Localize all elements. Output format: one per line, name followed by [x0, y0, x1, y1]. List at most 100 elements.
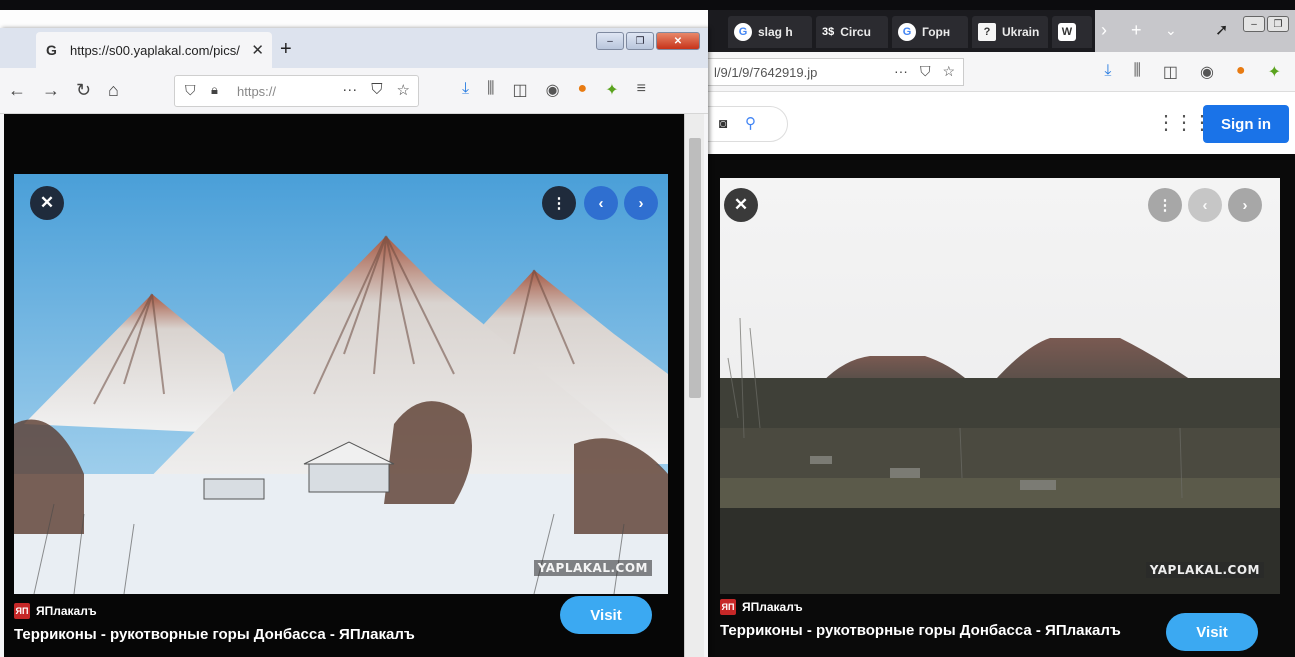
image-viewer: YAPLAKAL.COM ✕ ⋮ ‹ › ЯП ЯПлакалъ Террико…	[708, 154, 1295, 657]
shield-icon[interactable]: ⛉	[185, 82, 196, 99]
watermark-text: YAPLAKAL.COM	[1145, 562, 1264, 578]
download-icon[interactable]: ⤓	[462, 80, 469, 100]
extension-icon[interactable]: ●	[578, 80, 588, 100]
sign-in-button[interactable]: Sign in	[1203, 105, 1289, 143]
image-title[interactable]: Терриконы - рукотворные горы Донбасса - …	[720, 622, 1121, 639]
tab-circuit[interactable]: 3$ Circu	[816, 16, 888, 48]
maximize-icon[interactable]: ❐	[626, 32, 654, 50]
window-buttons: – ❐	[1243, 16, 1289, 32]
active-tab[interactable]: G https://s00.yaplakal.com/pics/ ✕	[36, 32, 272, 68]
chevron-right-icon[interactable]: ›	[1101, 20, 1107, 41]
library-icon[interactable]: ⫼	[1133, 62, 1140, 82]
snowy-heaps-photo[interactable]: YAPLAKAL.COM	[14, 174, 668, 594]
minimize-icon[interactable]: –	[596, 32, 624, 50]
pocket-icon[interactable]: ⛉	[920, 63, 931, 80]
maximize-icon[interactable]: ❐	[1267, 16, 1289, 32]
image-source[interactable]: ЯП ЯПлакалъ	[720, 599, 803, 615]
right-browser-window: G slag h 3$ Circu G Горн ? Ukrain W › + …	[688, 10, 1295, 657]
previous-image-button[interactable]: ‹	[584, 186, 618, 220]
reload-icon[interactable]: ↻	[76, 80, 91, 101]
account-icon[interactable]: ◉	[546, 80, 560, 100]
source-name: ЯПлакалъ	[742, 600, 803, 614]
bookmark-star-icon[interactable]: ☆	[397, 81, 410, 99]
close-viewer-button[interactable]: ✕	[724, 188, 758, 222]
tab-title: https://s00.yaplakal.com/pics/	[70, 42, 240, 58]
previous-image-button[interactable]: ‹	[1188, 188, 1222, 222]
watermark-text: YAPLAKAL.COM	[533, 560, 652, 576]
yaplakal-logo-icon: ЯП	[720, 599, 736, 615]
image-viewer: YAPLAKAL.COM ✕ ⋮ ‹ › ЯП ЯПлакалъ Террико…	[4, 114, 684, 657]
addon-icon[interactable]: ✦	[605, 80, 618, 100]
screen: G slag h 3$ Circu G Горн ? Ukrain W › + …	[0, 0, 1295, 657]
mouse-cursor-icon: ➚	[1215, 22, 1229, 39]
slag-heaps-image	[720, 178, 1280, 594]
toolbar-icons: ⤓ ⫼ ◫ ◉ ● ✦	[1104, 62, 1281, 82]
snowy-heaps-image	[14, 174, 668, 594]
close-viewer-button[interactable]: ✕	[30, 186, 64, 220]
source-name: ЯПлакалъ	[36, 604, 97, 618]
next-image-button[interactable]: ›	[1228, 188, 1262, 222]
menu-icon[interactable]: ≡	[637, 80, 646, 100]
yaplakal-logo-icon: ЯП	[14, 603, 30, 619]
camera-icon[interactable]: ◙	[719, 115, 727, 131]
toolbar-icons: ⤓ ⫼ ◫ ◉ ● ✦ ≡	[462, 80, 646, 100]
account-icon[interactable]: ◉	[1200, 62, 1214, 82]
unknown-favicon-icon: ?	[978, 23, 996, 41]
close-tab-icon[interactable]: ✕	[251, 41, 264, 59]
pocket-icon[interactable]: ⛉	[371, 81, 382, 99]
minimize-icon[interactable]: –	[1243, 16, 1265, 32]
tab-ukraine[interactable]: ? Ukrain	[972, 16, 1048, 48]
right-nav-bar: l/9/1/9/7642919.jp ··· ⛉ ☆ ⤓ ⫼ ◫ ◉ ● ✦	[708, 52, 1295, 92]
tab-label: Горн	[922, 25, 951, 39]
more-options-button[interactable]: ⋮	[1148, 188, 1182, 222]
new-tab-icon[interactable]: +	[280, 38, 292, 61]
tab-slag[interactable]: G slag h	[728, 16, 812, 48]
library-icon[interactable]: ⫼	[487, 80, 494, 100]
chevron-down-icon[interactable]: ⌄	[1165, 22, 1177, 39]
window-buttons: – ❐ ✕	[596, 32, 700, 50]
tab-label: Ukrain	[1002, 25, 1040, 39]
google-favicon-icon: G	[898, 23, 916, 41]
left-browser-window: G https://s00.yaplakal.com/pics/ ✕ + – ❐…	[0, 28, 708, 657]
url-text: l/9/1/9/7642919.jp	[714, 65, 818, 80]
extension-icon[interactable]: ●	[1236, 62, 1246, 82]
visit-button[interactable]: Visit	[560, 596, 652, 634]
visit-button[interactable]: Visit	[1166, 613, 1258, 651]
close-window-icon[interactable]: ✕	[656, 32, 700, 50]
image-source[interactable]: ЯП ЯПлакалъ	[14, 603, 97, 619]
address-bar[interactable]: ⛉ 🔒︎ https:// ··· ⛉ ☆	[174, 75, 419, 107]
more-options-button[interactable]: ⋮	[542, 186, 576, 220]
google-favicon-icon: G	[46, 42, 57, 58]
slag-heaps-photo[interactable]: YAPLAKAL.COM	[720, 178, 1280, 594]
url-text: https://	[237, 84, 277, 99]
sidebar-icon[interactable]: ◫	[512, 80, 527, 100]
lock-icon[interactable]: 🔒︎	[211, 82, 218, 98]
tab-wikipedia[interactable]: W	[1052, 16, 1092, 48]
bookmark-star-icon[interactable]: ☆	[942, 63, 955, 80]
image-title[interactable]: Терриконы - рукотворные горы Донбасса - …	[14, 626, 415, 643]
page-actions-icon[interactable]: ···	[894, 63, 908, 80]
tab-label: slag h	[758, 25, 793, 39]
tab-gory[interactable]: G Горн	[892, 16, 968, 48]
page-actions-icon[interactable]: ···	[342, 81, 357, 99]
google-header: ◙ ⚲ ⋮⋮⋮ Sign in	[688, 92, 1295, 154]
address-bar[interactable]: l/9/1/9/7642919.jp ··· ⛉ ☆	[708, 58, 964, 86]
tab-controls: › + ⌄ ➚ – ❐	[1095, 10, 1295, 52]
forward-arrow-icon[interactable]: →	[42, 80, 60, 101]
apps-grid-icon[interactable]: ⋮⋮⋮	[1156, 110, 1212, 135]
next-image-button[interactable]: ›	[624, 186, 658, 220]
download-icon[interactable]: ⤓	[1104, 62, 1111, 82]
search-icon[interactable]: ⚲	[745, 114, 756, 132]
left-title-bar: G https://s00.yaplakal.com/pics/ ✕ + – ❐…	[0, 28, 708, 68]
addon-icon[interactable]: ✦	[1268, 62, 1281, 82]
back-arrow-icon[interactable]: ←	[8, 80, 26, 101]
new-tab-icon[interactable]: +	[1131, 20, 1142, 41]
home-icon[interactable]: ⌂	[108, 80, 119, 101]
vertical-scrollbar[interactable]	[684, 114, 704, 657]
left-nav-bar: ← → ↻ ⌂ ⛉ 🔒︎ https:// ··· ⛉ ☆ ⤓ ⫼ ◫ ◉ ●	[0, 68, 708, 114]
tab-label: Circu	[840, 25, 871, 39]
sidebar-icon[interactable]: ◫	[1163, 62, 1178, 82]
right-tab-bar: G slag h 3$ Circu G Горн ? Ukrain W › + …	[708, 10, 1295, 52]
site-favicon-icon: 3$	[822, 26, 835, 38]
scrollbar-thumb[interactable]	[689, 138, 701, 398]
